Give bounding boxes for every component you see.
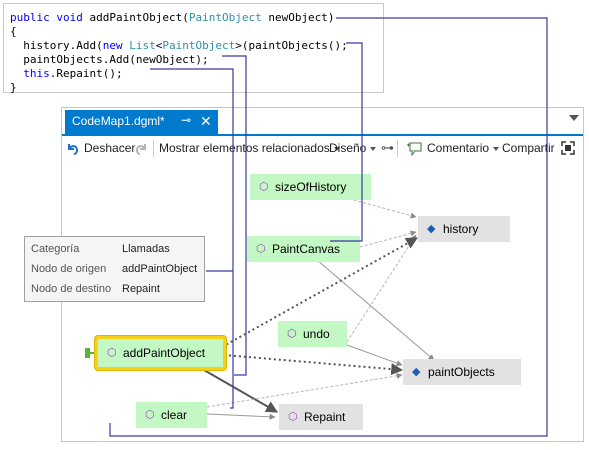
tooltip-value: Repaint (122, 283, 160, 295)
connector-paintobjects-add (222, 55, 247, 376)
tooltip-key: Nodo de origen (31, 263, 107, 275)
link-tooltip: Categoría Llamadas Nodo de origen addPaint… (24, 236, 205, 302)
code-to-map-connectors (109, 17, 548, 437)
tooltip-key: Nodo de destino (31, 283, 112, 295)
tooltip-key: Categoría (31, 243, 80, 255)
tooltip-row-source: Nodo de origen addPaintObject (25, 259, 206, 279)
tooltip-value: Llamadas (122, 243, 170, 255)
connector-method-to-map (109, 17, 548, 437)
tooltip-value: addPaintObject (122, 263, 198, 275)
tooltip-row-target: Nodo de destino Repaint (25, 279, 206, 299)
tooltip-row-category: Categoría Llamadas (25, 239, 206, 259)
connector-history-add (330, 42, 363, 242)
